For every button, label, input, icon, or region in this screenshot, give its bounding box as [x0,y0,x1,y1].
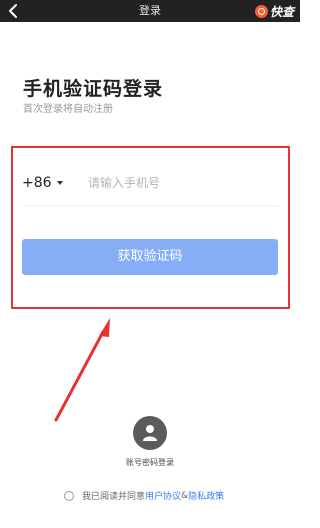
login-subheading: 首次登录将自动注册 [23,104,113,115]
agreement-prefix: 我已阅读并同意 [82,492,146,502]
top-bar: 登录 快查 [0,0,300,22]
caret-down-icon [56,181,63,185]
privacy-policy-link[interactable]: 隐私政策 [188,489,224,502]
user-icon [143,425,157,441]
input-divider [22,205,278,206]
phone-input[interactable] [88,171,276,195]
agreement-separator: & [181,490,189,501]
agreement-row: 我已阅读并同意 用户协议 & 隐私政策 [64,489,224,502]
brand-name: 快查 [269,4,294,19]
brand-logo: 快查 [254,3,294,19]
account-password-login[interactable]: 账号密码登录 [120,416,180,468]
get-code-button[interactable]: 获取验证码 [22,239,278,275]
agreement-checkbox[interactable] [64,490,74,501]
country-code-selector[interactable]: +86 [22,175,63,191]
login-heading: 手机验证码登录 [23,78,164,100]
account-login-label: 账号密码登录 [126,458,174,467]
country-code-label: +86 [22,175,52,191]
account-login-button[interactable] [133,416,167,450]
search-logo-icon [254,4,268,18]
user-agreement-link[interactable]: 用户协议 [145,489,181,502]
